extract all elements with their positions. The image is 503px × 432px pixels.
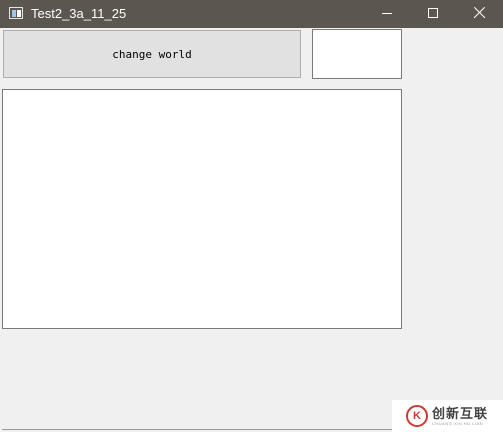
title-bar: Test2_3a_11_25 [0,0,503,28]
text-edit-area[interactable] [2,89,402,329]
close-icon [472,6,486,20]
line-edit-input[interactable] [312,29,402,79]
window-title: Test2_3a_11_25 [31,6,127,21]
maximize-icon [428,8,438,18]
watermark: K 创新互联 CHUANG XIN HU LIAN [392,400,503,432]
close-button[interactable] [456,0,502,28]
watermark-logo-icon: K [406,405,428,427]
app-window-icon [9,7,23,19]
watermark-subtitle: CHUANG XIN HU LIAN [432,420,484,426]
watermark-title: 创新互联 [432,405,489,421]
maximize-button[interactable] [410,0,456,28]
minimize-icon [382,13,392,14]
divider [2,429,392,430]
change-world-button[interactable]: change world [3,30,301,78]
minimize-button[interactable] [364,0,410,28]
